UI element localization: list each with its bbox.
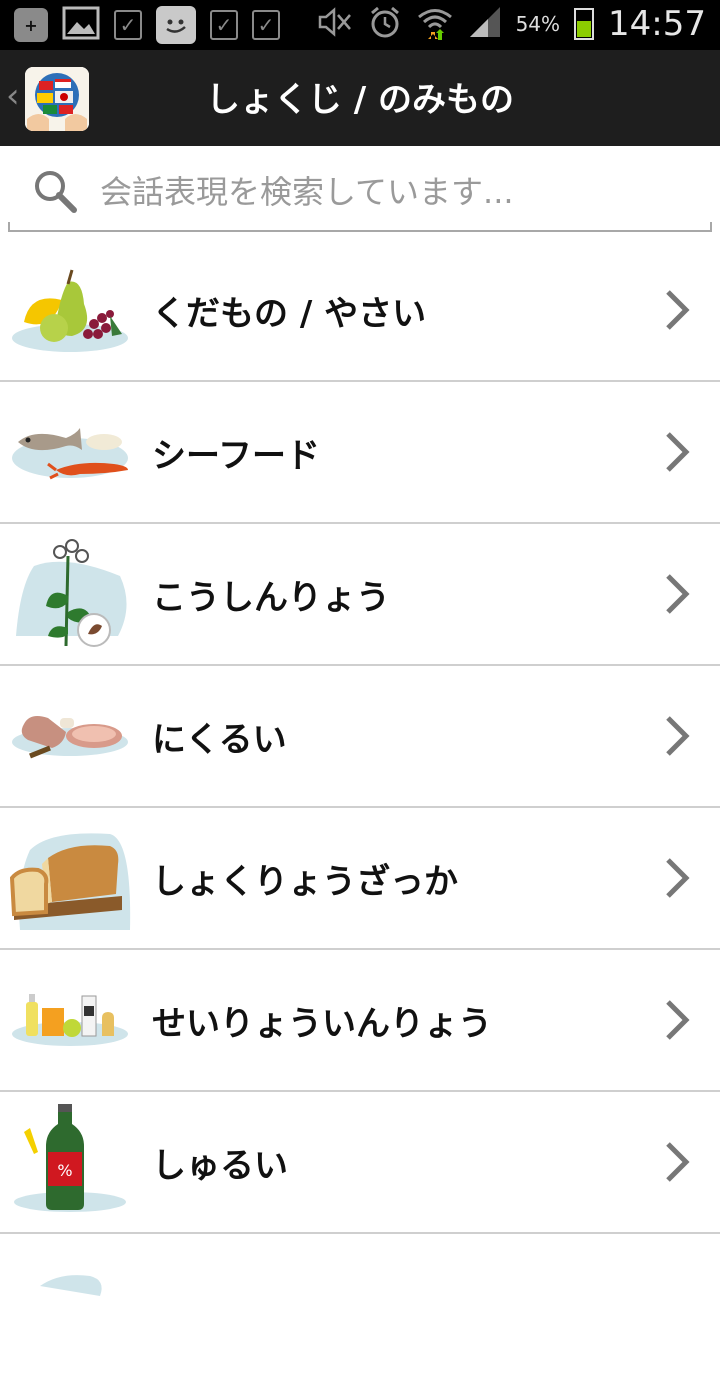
list-item-label: シーフード xyxy=(152,436,320,476)
wifi-icon xyxy=(416,4,454,44)
list-item-spices[interactable]: こうしんりょう xyxy=(0,524,720,666)
bread-groceries-icon xyxy=(10,833,131,930)
mute-icon xyxy=(316,7,354,41)
list-item-label: くだもの / やさい xyxy=(152,294,427,334)
task-check-icon-2: ✓ xyxy=(210,10,238,40)
list-item-label: せいりょういんりょう xyxy=(152,1004,492,1044)
category-list: くだもの / やさい シーフード こうしんりょう にくるい しょくりょうざっか … xyxy=(0,240,720,1376)
task-check-icon-3: ✓ xyxy=(252,10,280,40)
seafood-icon xyxy=(12,428,128,480)
alarm-icon xyxy=(368,5,402,43)
list-item-fruit-vegetables[interactable]: くだもの / やさい xyxy=(0,240,720,382)
list-item-alcohol[interactable]: % しゅるい xyxy=(0,1092,720,1234)
battery-icon xyxy=(574,8,595,40)
search-input[interactable] xyxy=(98,168,682,216)
chevron-right-icon xyxy=(666,1142,690,1182)
system-icons: 54% 14:57 xyxy=(316,4,706,44)
signal-icon xyxy=(468,5,502,43)
chevron-right-icon xyxy=(666,1000,690,1040)
list-item-label: しょくりょうざっか xyxy=(152,862,458,902)
chevron-right-icon xyxy=(666,716,690,756)
search-underline-left xyxy=(8,222,10,230)
fruit-vegetables-icon xyxy=(12,269,128,352)
image-notification-icon xyxy=(62,6,100,44)
notification-icons: + ✓ ✓ ✓ xyxy=(14,6,280,44)
svg-text:%: % xyxy=(57,1161,72,1180)
list-item-meat[interactable]: にくるい xyxy=(0,666,720,808)
list-item-label: にくるい xyxy=(152,720,287,760)
chevron-right-icon xyxy=(666,432,690,472)
list-item-groceries[interactable]: しょくりょうざっか xyxy=(0,808,720,950)
action-bar: ‹ しょくじ / のみもの xyxy=(0,50,720,146)
list-item-label: しゅるい xyxy=(152,1146,288,1186)
clock-time: 14:57 xyxy=(608,4,706,44)
search-icon xyxy=(35,171,77,213)
screen-title: しょくじ / のみもの xyxy=(205,80,515,120)
search-underline-right xyxy=(710,222,712,230)
alcohol-bottle-icon: % xyxy=(14,1104,126,1212)
battery-percentage: 54% xyxy=(515,12,561,36)
chevron-right-icon xyxy=(666,290,690,330)
list-item-seafood[interactable]: シーフード xyxy=(0,382,720,524)
chevron-right-icon xyxy=(666,574,690,614)
soft-drinks-icon xyxy=(12,994,128,1046)
list-item-soft-drinks[interactable]: せいりょういんりょう xyxy=(0,950,720,1092)
message-notification-icon xyxy=(156,6,196,44)
status-bar: + ✓ ✓ ✓ 54% 14:57 xyxy=(0,0,720,50)
list-item-partial[interactable] xyxy=(0,1234,720,1376)
partial-category-icon xyxy=(40,1275,102,1296)
task-check-icon: ✓ xyxy=(114,10,142,40)
chevron-right-icon xyxy=(666,858,690,898)
meat-icon xyxy=(12,716,128,759)
search-bar[interactable] xyxy=(8,150,712,232)
list-item-label: こうしんりょう xyxy=(152,578,390,618)
add-notification-icon: + xyxy=(14,8,48,42)
spices-icon xyxy=(16,539,127,647)
